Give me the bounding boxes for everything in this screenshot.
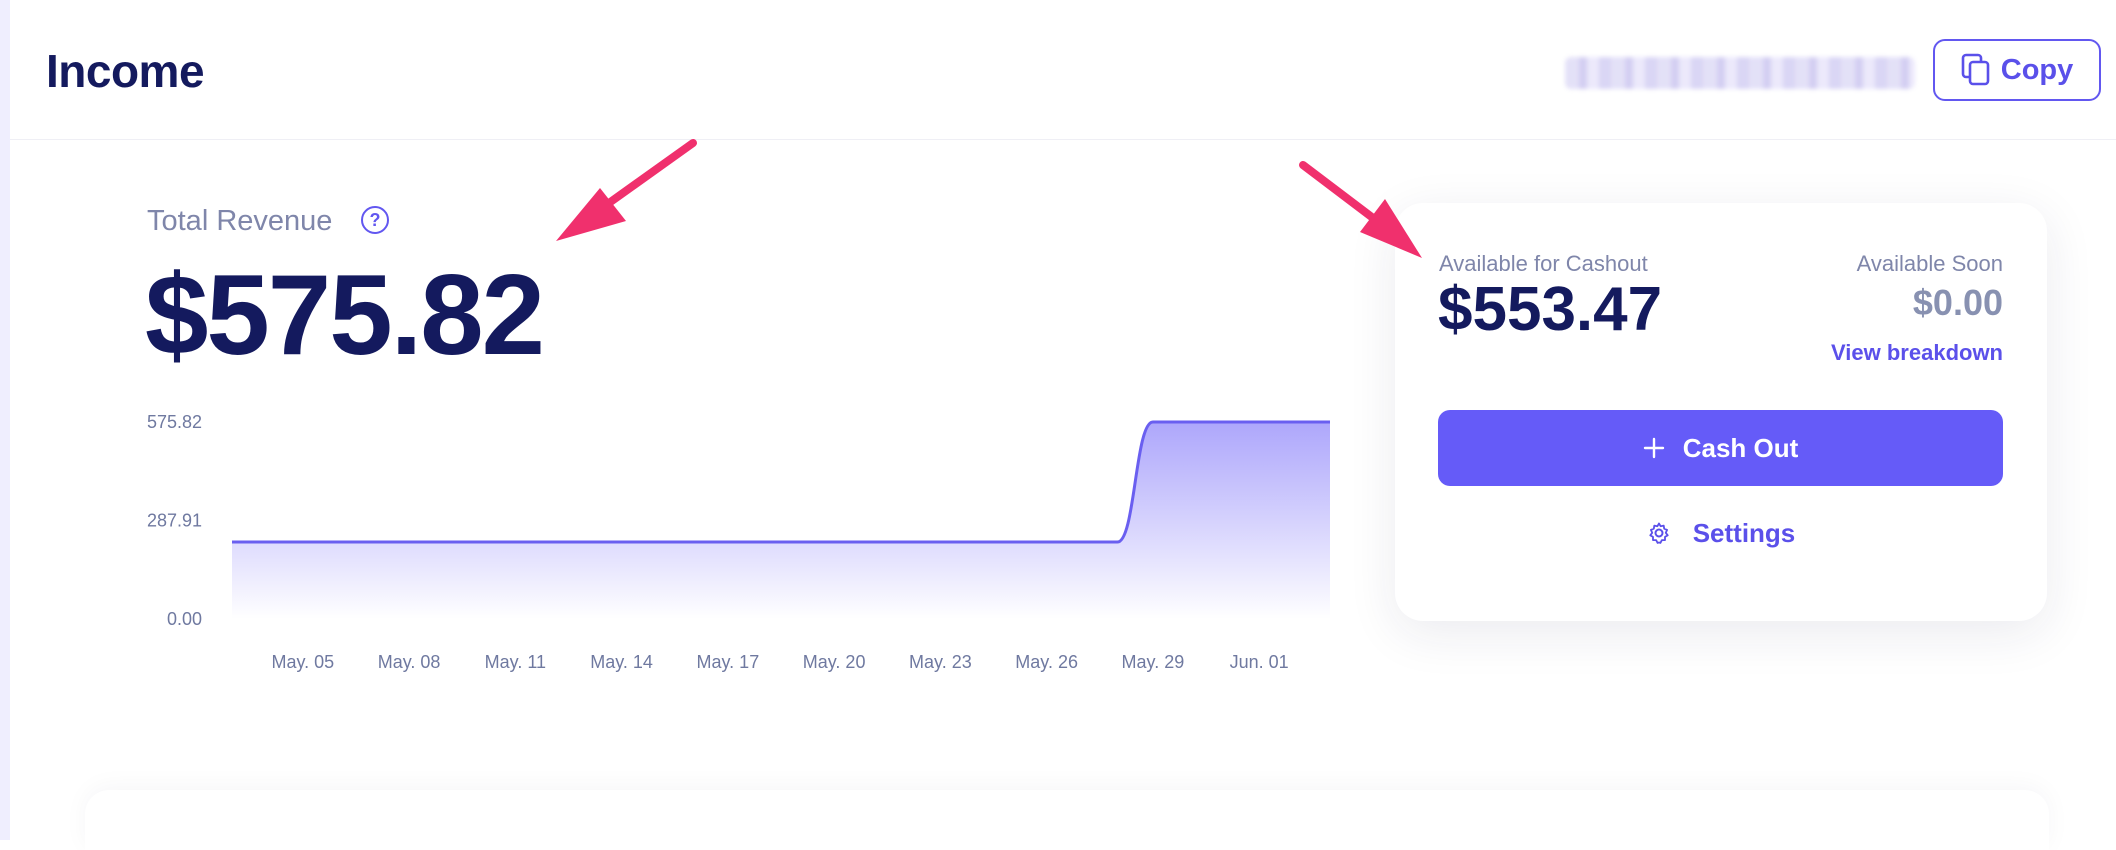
copy-label: Copy	[2000, 53, 2074, 86]
x-tick-label: Jun. 01	[1230, 652, 1289, 672]
x-tick-label: May. 29	[1122, 652, 1185, 672]
copy-button[interactable]: Copy	[1933, 39, 2101, 101]
chart-area	[232, 422, 1330, 619]
y-tick-label: 0.00	[167, 609, 202, 629]
page-header: Income Copy	[10, 0, 2116, 140]
x-tick-label: May. 23	[909, 652, 972, 672]
annotation-arrow-left	[556, 139, 697, 241]
cashout-card: Available for Cashout $553.47 Available …	[1395, 203, 2047, 621]
copy-icon	[1961, 53, 1990, 86]
revenue-chart: 0.00 287.91 575.82 May. 05 May. 08 May. 11 May…	[147, 412, 1330, 672]
x-tick-label: May. 05	[271, 652, 334, 672]
x-tick-label: May. 14	[590, 652, 653, 672]
x-tick-label: May. 11	[485, 652, 546, 672]
page-title: Income	[46, 45, 205, 97]
cash-out-label: Cash Out	[1682, 432, 1799, 463]
x-tick-label: May. 08	[378, 652, 441, 672]
plus-icon	[1643, 437, 1664, 459]
settings-link[interactable]: Settings	[1395, 513, 2047, 553]
available-soon-amount: $0.00	[1912, 282, 2003, 323]
y-tick-label: 287.91	[147, 511, 202, 531]
view-breakdown-link[interactable]: View breakdown	[1831, 340, 2003, 366]
x-tick-label: May. 26	[1015, 652, 1078, 672]
settings-label: Settings	[1692, 517, 1796, 548]
transactions-panel	[85, 790, 2049, 850]
available-soon-label: Available Soon	[1856, 251, 2003, 276]
redacted-account-id	[1565, 57, 1915, 89]
available-cashout-amount: $553.47	[1438, 275, 1663, 344]
gear-icon	[1649, 522, 1669, 544]
y-tick-label: 575.82	[147, 412, 202, 432]
x-tick-label: May. 17	[697, 652, 760, 672]
cash-out-button[interactable]: Cash Out	[1438, 410, 2003, 486]
left-sidebar-edge	[0, 0, 10, 840]
total-revenue-amount: $575.82	[145, 252, 545, 379]
total-revenue-label: Total Revenue	[147, 205, 333, 237]
help-icon[interactable]: ?	[361, 206, 389, 234]
x-tick-label: May. 20	[803, 652, 866, 672]
